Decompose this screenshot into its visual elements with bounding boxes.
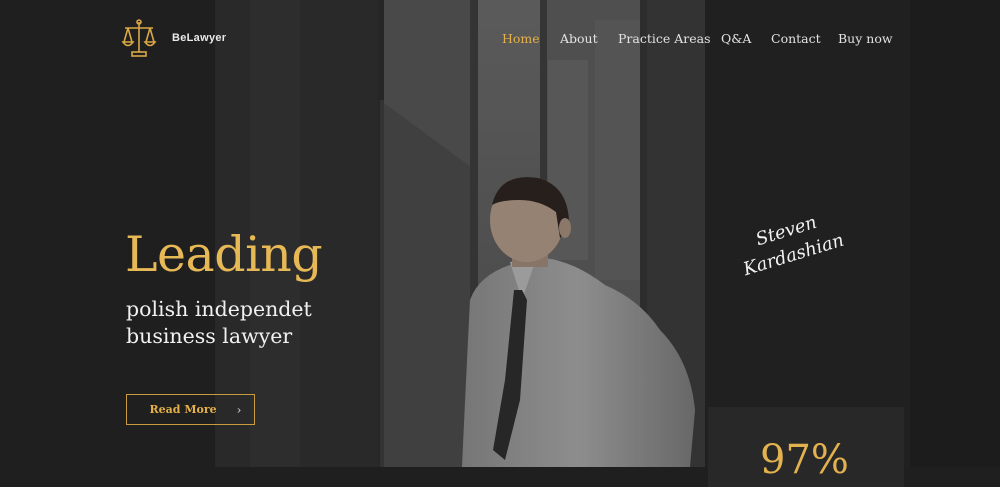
stat-value: 97% <box>760 437 849 483</box>
main-nav: Home About Practice Areas Q&A Contact Bu… <box>0 31 1000 47</box>
nav-qa[interactable]: Q&A <box>721 31 751 46</box>
nav-home[interactable]: Home <box>502 31 540 46</box>
nav-buy-now[interactable]: Buy now <box>838 31 893 46</box>
nav-about[interactable]: About <box>560 31 598 46</box>
read-more-button[interactable]: Read More › <box>126 394 255 425</box>
chevron-right-icon: › <box>236 402 242 417</box>
nav-contact[interactable]: Contact <box>771 31 821 46</box>
hero-headline: Leading <box>125 226 323 283</box>
read-more-label: Read More <box>149 403 217 416</box>
hero-subtitle-line1: polish independet <box>126 297 312 321</box>
nav-practice-areas[interactable]: Practice Areas <box>618 31 711 46</box>
hero-subtitle-line2: business lawyer <box>126 324 293 348</box>
stat-card: 97% <box>708 407 904 487</box>
hero-subtitle: polish independet business lawyer <box>126 296 312 350</box>
